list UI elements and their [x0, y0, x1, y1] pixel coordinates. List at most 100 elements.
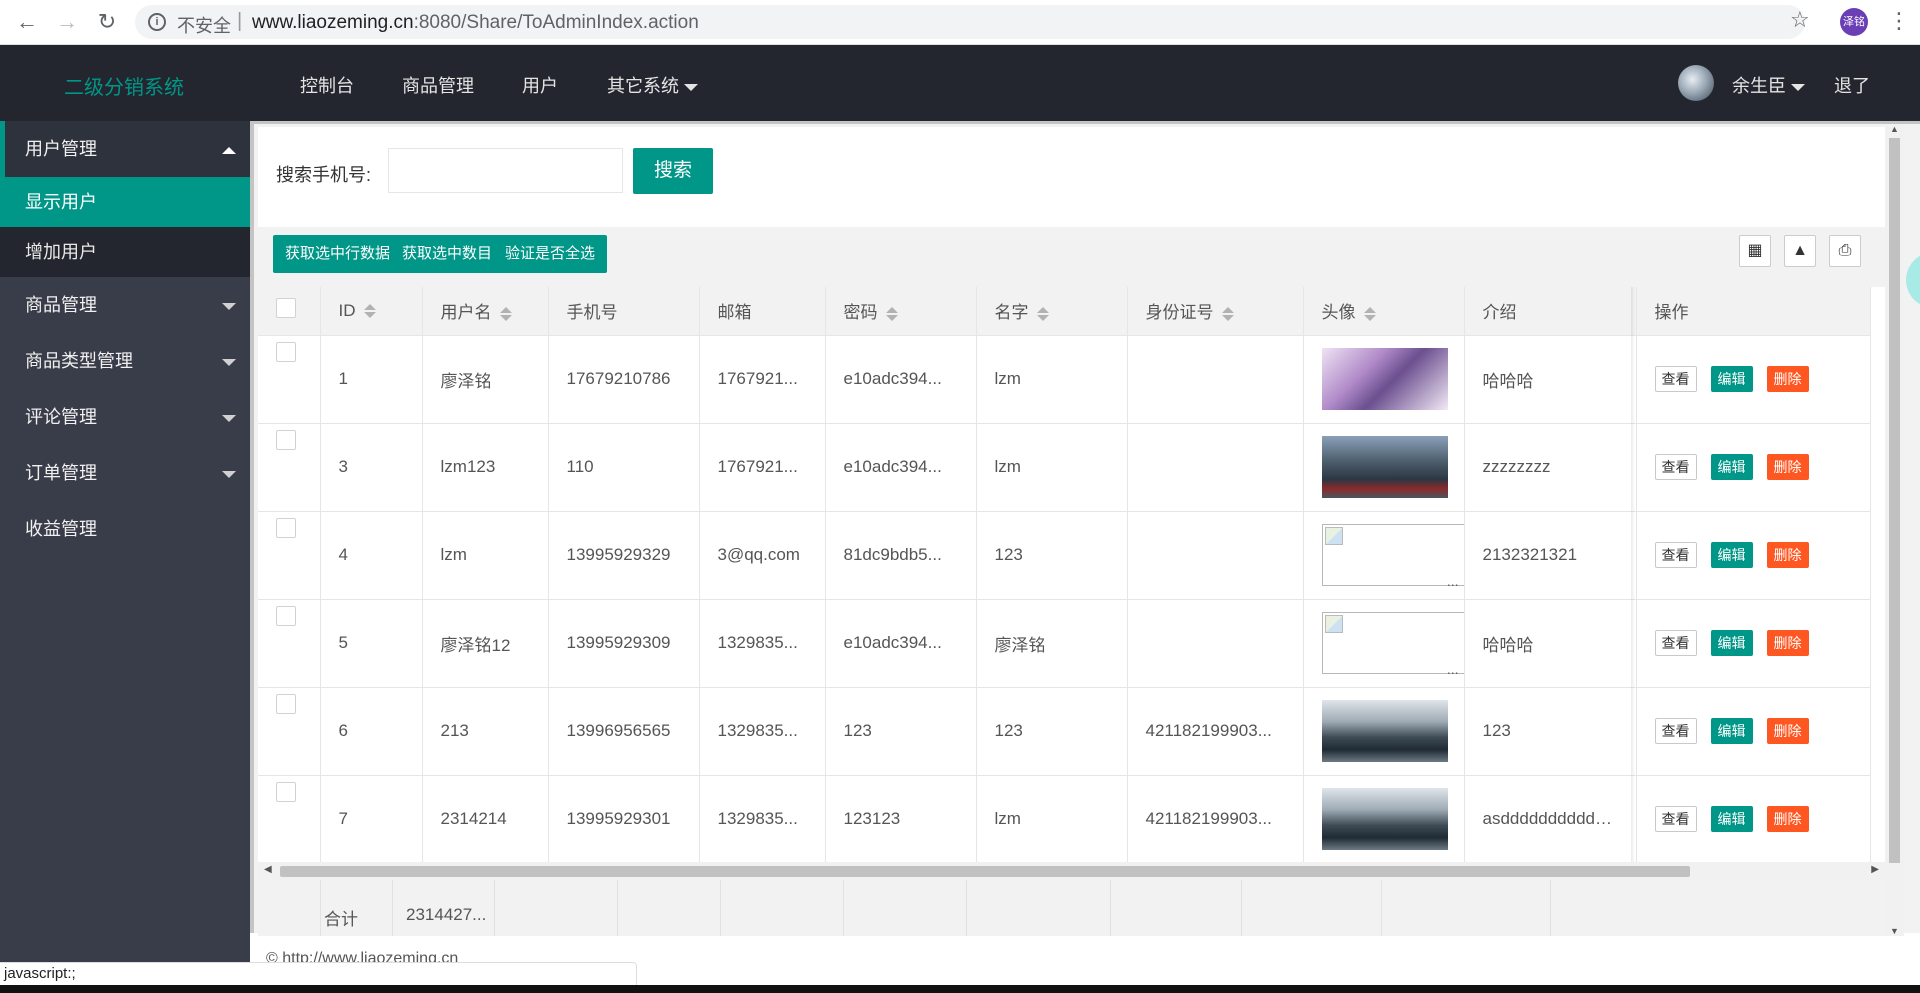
column-header-avatar[interactable]: 头像 — [1303, 287, 1465, 336]
logout-link[interactable]: 退了 — [1834, 72, 1870, 98]
edit-button[interactable]: 编辑 — [1710, 806, 1753, 832]
sidebar-group-product-types[interactable]: 商品类型管理 — [0, 333, 250, 389]
row-checkbox[interactable] — [276, 517, 296, 538]
cell-avatar — [1303, 775, 1465, 864]
delete-button[interactable]: 删除 — [1766, 454, 1809, 480]
vertical-scroll-thumb[interactable] — [1889, 138, 1900, 863]
chevron-down-icon — [222, 445, 236, 501]
cell-avatar — [1303, 687, 1465, 776]
phone-search-input[interactable] — [388, 148, 623, 193]
sidebar-group-products[interactable]: 商品管理 — [0, 277, 250, 333]
forward-icon[interactable]: → — [54, 9, 80, 35]
sidebar-item-add-user[interactable]: 增加用户 — [0, 227, 250, 277]
sort-icon[interactable] — [363, 304, 376, 319]
sidebar-group-earnings[interactable]: 收益管理 — [0, 501, 250, 557]
sort-icon[interactable] — [499, 306, 512, 321]
row-checkbox[interactable] — [276, 693, 296, 714]
sort-icon[interactable] — [885, 306, 898, 321]
nav-console[interactable]: 控制台 — [300, 72, 354, 98]
print-icon[interactable]: ⎙ — [1829, 235, 1861, 267]
table-row[interactable]: 5 廖泽铭12 13995929309 1329835... e10adc394... 廖… — [258, 599, 1871, 688]
column-header-idcard[interactable]: 身份证号 — [1127, 287, 1304, 336]
url-text[interactable]: www.liaozeming.cn:8080/Share/ToAdminInde… — [252, 12, 699, 34]
column-header-id[interactable]: ID — [320, 287, 423, 336]
sidebar-group-comments[interactable]: 评论管理 — [0, 389, 250, 445]
back-icon[interactable]: ← — [14, 9, 40, 35]
table-row[interactable]: 7 2314214 13995929301 1329835... 123123 lzm 42… — [258, 775, 1871, 864]
profile-avatar[interactable]: 泽铭 — [1840, 8, 1868, 36]
edit-button[interactable]: 编辑 — [1710, 630, 1753, 656]
get-selected-count-button[interactable]: 获取选中数目 — [390, 235, 505, 273]
delete-button[interactable]: 删除 — [1766, 630, 1809, 656]
app-logo[interactable]: 二级分销系统 — [64, 71, 184, 100]
address-bar[interactable]: i 不安全 | www.liaozeming.cn:8080/Share/ToA… — [135, 5, 1805, 39]
edit-button[interactable]: 编辑 — [1710, 366, 1753, 392]
nav-products[interactable]: 商品管理 — [402, 72, 474, 98]
nav-other-systems[interactable]: 其它系统 — [607, 72, 698, 98]
table-row[interactable]: 6 213 13996956565 1329835... 123 123 421182199… — [258, 687, 1871, 776]
delete-button[interactable]: 删除 — [1766, 542, 1809, 568]
edit-button[interactable]: 编辑 — [1710, 454, 1753, 480]
bookmark-star-icon[interactable]: ☆ — [1790, 7, 1810, 33]
sidebar: 用户管理 显示用户 增加用户 商品管理 商品类型管理 评论管理 订单管理 收益管… — [0, 121, 250, 993]
avatar[interactable] — [1678, 65, 1714, 101]
scroll-right-icon[interactable]: ▶ — [1871, 864, 1879, 875]
sort-icon[interactable] — [1363, 306, 1376, 321]
sort-icon[interactable] — [1221, 306, 1234, 321]
user-table: ID 用户名 手机号 邮箱 密码 名字 身份证号 头像 介绍 操作 1 廖泽铭 17… — [258, 287, 1885, 892]
table-body: 1 廖泽铭 17679210786 1767921... e10adc394... lzm… — [258, 335, 1871, 864]
column-header-username[interactable]: 用户名 — [422, 287, 549, 336]
row-checkbox[interactable] — [276, 781, 296, 802]
column-header-password[interactable]: 密码 — [825, 287, 977, 336]
view-button[interactable]: 查看 — [1654, 542, 1697, 568]
row-checkbox[interactable] — [276, 429, 296, 450]
search-button[interactable]: 搜索 — [633, 148, 713, 194]
scroll-left-icon[interactable]: ◀ — [264, 864, 272, 875]
vertical-scrollbar[interactable]: ▲ ▼ — [1885, 124, 1904, 936]
row-checkbox-cell — [258, 775, 321, 864]
info-icon[interactable]: i — [148, 13, 166, 31]
horizontal-scroll-thumb[interactable] — [280, 866, 1690, 877]
sidebar-group-label: 商品类型管理 — [25, 351, 133, 371]
view-button[interactable]: 查看 — [1654, 718, 1697, 744]
table-row[interactable]: 1 廖泽铭 17679210786 1767921... e10adc394... lzm… — [258, 335, 1871, 424]
view-button[interactable]: 查看 — [1654, 806, 1697, 832]
nav-users[interactable]: 用户 — [522, 72, 558, 98]
row-checkbox[interactable] — [276, 605, 296, 626]
delete-button[interactable]: 删除 — [1766, 806, 1809, 832]
reload-icon[interactable]: ↻ — [94, 9, 120, 35]
table-row[interactable]: 4 lzm 13995929329 3@qq.com 81dc9bdb5... 123..… — [258, 511, 1871, 600]
horizontal-scrollbar[interactable]: ◀ ▶ — [258, 862, 1885, 880]
column-header-intro: 介绍 — [1464, 287, 1637, 336]
scroll-up-icon[interactable]: ▲ — [1890, 124, 1899, 134]
column-header-label: 邮箱 — [717, 303, 752, 323]
row-checkbox[interactable] — [276, 341, 296, 362]
sidebar-group-user-management[interactable]: 用户管理 — [0, 121, 250, 177]
columns-icon[interactable]: ▦ — [1739, 235, 1771, 267]
delete-button[interactable]: 删除 — [1766, 718, 1809, 744]
column-header-label: 操作 — [1654, 303, 1689, 323]
sort-icon[interactable] — [1036, 306, 1049, 321]
total-value: 2314427... — [406, 905, 487, 924]
sidebar-group-label: 用户管理 — [25, 139, 97, 159]
sidebar-group-orders[interactable]: 订单管理 — [0, 445, 250, 501]
browser-menu-icon[interactable]: ⋮ — [1888, 10, 1910, 32]
cell-username: 廖泽铭12 — [422, 599, 549, 688]
column-header-label: 用户名 — [440, 303, 492, 323]
delete-button[interactable]: 删除 — [1766, 366, 1809, 392]
scroll-down-icon[interactable]: ▼ — [1890, 926, 1899, 936]
select-all-checkbox[interactable] — [276, 298, 296, 319]
user-menu[interactable]: 余生臣 — [1732, 72, 1805, 98]
view-button[interactable]: 查看 — [1654, 366, 1697, 392]
view-button[interactable]: 查看 — [1654, 454, 1697, 480]
column-header-name[interactable]: 名字 — [976, 287, 1128, 336]
table-row[interactable]: 3 lzm123 110 1767921... e10adc394... lzm zzzzz… — [258, 423, 1871, 512]
export-icon[interactable]: ▲ — [1784, 235, 1816, 267]
sidebar-item-show-users[interactable]: 显示用户 — [0, 177, 250, 227]
edit-button[interactable]: 编辑 — [1710, 542, 1753, 568]
insecure-label: 不安全 — [177, 16, 231, 36]
view-button[interactable]: 查看 — [1654, 630, 1697, 656]
edit-button[interactable]: 编辑 — [1710, 718, 1753, 744]
check-all-selected-button[interactable]: 验证是否全选 — [493, 235, 608, 273]
get-selected-rows-button[interactable]: 获取选中行数据 — [273, 235, 403, 273]
